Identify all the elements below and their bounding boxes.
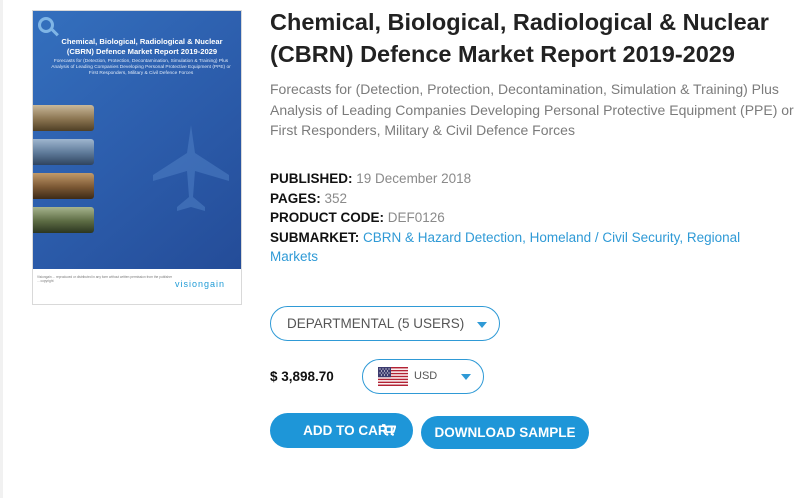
- report-subtitle: Forecasts for (Detection, Protection, De…: [270, 81, 794, 138]
- product-code-row: PRODUCT CODE: DEF0126: [270, 208, 790, 228]
- price: $ 3,898.70: [270, 369, 334, 384]
- cover-subtitle: Forecasts for (Detection, Protection, De…: [51, 59, 231, 77]
- cover-title: Chemical, Biological, Radiological & Nuc…: [61, 37, 223, 56]
- published-label: PUBLISHED:: [270, 171, 353, 186]
- license-selected-value: DEPARTMENTAL (5 USERS): [287, 316, 465, 331]
- fighter-jet-silhouette: [153, 125, 229, 211]
- add-to-cart-button[interactable]: ADD TO CART: [270, 413, 413, 448]
- cover-fine-print: Visiongain ... reproduced or distributed…: [37, 275, 173, 283]
- currency-select[interactable]: USD: [362, 359, 484, 394]
- submarket-label: SUBMARKET:: [270, 229, 360, 245]
- cover-photo-soldiers: [33, 173, 94, 199]
- pages-label: PAGES:: [270, 190, 321, 206]
- cover-photo-tank: [33, 105, 94, 131]
- currency-selected-value: USD: [414, 370, 438, 382]
- pages-value: 352: [324, 190, 348, 206]
- page-edge-divider: [0, 0, 3, 498]
- cart-icon: [382, 424, 396, 436]
- published-value: 19 December 2018: [356, 171, 472, 186]
- us-flag-icon: [378, 367, 408, 386]
- product-code-value: DEF0126: [387, 210, 445, 225]
- published-row: PUBLISHED: 19 December 2018: [270, 169, 790, 189]
- product-page: Chemical, Biological, Radiological & Nuc…: [0, 0, 806, 498]
- magnifier-icon: [38, 17, 54, 33]
- pages-row: PAGES: 352: [270, 189, 790, 209]
- cover-photo-ships: [33, 139, 94, 165]
- license-select[interactable]: DEPARTMENTAL (5 USERS): [270, 306, 500, 341]
- cover-photo-hazmat: [33, 207, 94, 233]
- product-code-label: PRODUCT CODE:: [270, 210, 384, 225]
- chevron-down-icon: [477, 322, 487, 328]
- chevron-down-icon: [461, 374, 471, 380]
- report-cover-image[interactable]: Chemical, Biological, Radiological & Nuc…: [32, 10, 242, 305]
- submarket-row: SUBMARKET: CBRN & Hazard Detection, Home…: [270, 228, 760, 267]
- visiongain-logo: visiongain: [175, 279, 226, 289]
- download-sample-button[interactable]: DOWNLOAD SAMPLE: [421, 416, 589, 449]
- report-title: Chemical, Biological, Radiological & Nuc…: [270, 9, 769, 67]
